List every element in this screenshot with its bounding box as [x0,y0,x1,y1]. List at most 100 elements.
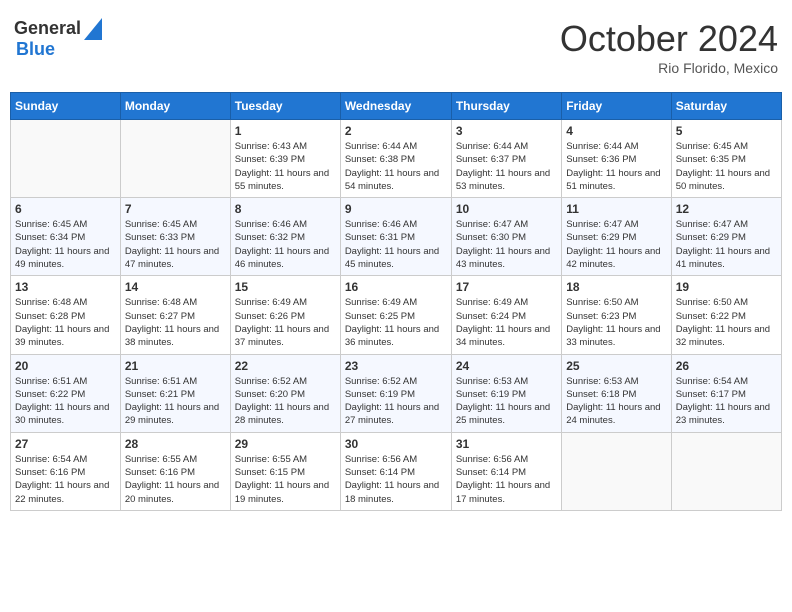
calendar-cell: 14Sunrise: 6:48 AM Sunset: 6:27 PM Dayli… [120,276,230,354]
day-number: 29 [235,437,336,451]
calendar-cell [562,432,671,510]
day-info: Sunrise: 6:51 AM Sunset: 6:21 PM Dayligh… [125,375,226,428]
calendar-cell: 17 Sunrise: 6:49 AM Sunset: 6:24 PM Dayli… [451,276,561,354]
day-info: Sunrise: 6:49 AM Sunset: 6:26 PM Dayligh… [235,296,336,349]
calendar-cell: 1 Sunrise: 6:43 AM Sunset: 6:39 PM Daylig… [230,120,340,198]
calendar-cell [120,120,230,198]
day-info: Sunrise: 6:48 AM Sunset: 6:27 PM Dayligh… [125,296,226,349]
calendar-cell: 23 Sunrise: 6:52 AM Sunset: 6:19 PM Dayli… [340,354,451,432]
day-number: 27 [15,437,116,451]
day-number: 15 [235,280,336,294]
calendar-cell: 31 Sunrise: 6:56 AM Sunset: 6:14 PM Dayli… [451,432,561,510]
day-number: 1 [235,124,336,138]
day-number: 21 [125,359,226,373]
calendar-cell: 29 Sunrise: 6:55 AM Sunset: 6:15 PM Dayli… [230,432,340,510]
day-info: Sunrise: 6:52 AM Sunset: 6:19 PM Dayligh… [345,375,447,428]
day-number: 22 [235,359,336,373]
calendar-cell: 26 Sunrise: 6:54 AM Sunset: 6:17 PM Dayli… [671,354,781,432]
day-info: Sunrise: 6:54 AM Sunset: 6:17 PM Dayligh… [676,375,777,428]
logo-triangle-icon [84,18,102,40]
calendar-cell: 22 Sunrise: 6:52 AM Sunset: 6:20 PM Dayli… [230,354,340,432]
day-number: 28 [125,437,226,451]
calendar-cell: 24 Sunrise: 6:53 AM Sunset: 6:19 PM Dayli… [451,354,561,432]
day-info: Sunrise: 6:45 AM Sunset: 6:34 PM Dayligh… [15,218,116,271]
calendar-week-row: 20 Sunrise: 6:51 AM Sunset: 6:22 PM Dayli… [11,354,782,432]
calendar-cell: 15 Sunrise: 6:49 AM Sunset: 6:26 PM Dayli… [230,276,340,354]
calendar-week-row: 6 Sunrise: 6:45 AM Sunset: 6:34 PM Daylig… [11,198,782,276]
day-number: 3 [456,124,557,138]
calendar-cell: 19 Sunrise: 6:50 AM Sunset: 6:22 PM Dayli… [671,276,781,354]
day-info: Sunrise: 6:44 AM Sunset: 6:38 PM Dayligh… [345,140,447,193]
day-number: 11 [566,202,666,216]
day-info: Sunrise: 6:48 AM Sunset: 6:28 PM Dayligh… [15,296,116,349]
day-info: Sunrise: 6:45 AM Sunset: 6:33 PM Dayligh… [125,218,226,271]
day-info: Sunrise: 6:47 AM Sunset: 6:29 PM Dayligh… [566,218,666,271]
logo-blue: Blue [16,40,102,60]
calendar-cell: 7 Sunrise: 6:45 AM Sunset: 6:33 PM Daylig… [120,198,230,276]
day-number: 30 [345,437,447,451]
day-number: 7 [125,202,226,216]
weekday-header: Sunday [11,93,121,120]
day-info: Sunrise: 6:53 AM Sunset: 6:19 PM Dayligh… [456,375,557,428]
weekday-header-row: SundayMondayTuesdayWednesdayThursdayFrid… [11,93,782,120]
day-info: Sunrise: 6:56 AM Sunset: 6:14 PM Dayligh… [345,453,447,506]
weekday-header: Wednesday [340,93,451,120]
day-number: 18 [566,280,666,294]
day-info: Sunrise: 6:47 AM Sunset: 6:30 PM Dayligh… [456,218,557,271]
day-number: 24 [456,359,557,373]
day-number: 17 [456,280,557,294]
day-number: 25 [566,359,666,373]
day-info: Sunrise: 6:45 AM Sunset: 6:35 PM Dayligh… [676,140,777,193]
calendar-cell: 18Sunrise: 6:50 AM Sunset: 6:23 PM Dayli… [562,276,671,354]
day-number: 2 [345,124,447,138]
day-info: Sunrise: 6:49 AM Sunset: 6:24 PM Dayligh… [456,296,557,349]
calendar-cell [671,432,781,510]
weekday-header: Monday [120,93,230,120]
calendar-cell: 5 Sunrise: 6:45 AM Sunset: 6:35 PM Daylig… [671,120,781,198]
day-info: Sunrise: 6:49 AM Sunset: 6:25 PM Dayligh… [345,296,447,349]
day-number: 5 [676,124,777,138]
day-info: Sunrise: 6:50 AM Sunset: 6:22 PM Dayligh… [676,296,777,349]
day-number: 4 [566,124,666,138]
page-header: General Blue October 2024 Rio Florido, M… [10,10,782,84]
day-number: 23 [345,359,447,373]
day-number: 26 [676,359,777,373]
calendar-cell: 2 Sunrise: 6:44 AM Sunset: 6:38 PM Daylig… [340,120,451,198]
day-info: Sunrise: 6:46 AM Sunset: 6:31 PM Dayligh… [345,218,447,271]
day-info: Sunrise: 6:51 AM Sunset: 6:22 PM Dayligh… [15,375,116,428]
calendar-cell: 9Sunrise: 6:46 AM Sunset: 6:31 PM Daylig… [340,198,451,276]
logo: General Blue [14,18,102,60]
day-info: Sunrise: 6:54 AM Sunset: 6:16 PM Dayligh… [15,453,116,506]
weekday-header: Tuesday [230,93,340,120]
calendar-cell: 11 Sunrise: 6:47 AM Sunset: 6:29 PM Dayli… [562,198,671,276]
calendar-cell: 21 Sunrise: 6:51 AM Sunset: 6:21 PM Dayli… [120,354,230,432]
calendar-cell: 25Sunrise: 6:53 AM Sunset: 6:18 PM Dayli… [562,354,671,432]
calendar-week-row: 27 Sunrise: 6:54 AM Sunset: 6:16 PM Dayli… [11,432,782,510]
weekday-header: Thursday [451,93,561,120]
day-number: 20 [15,359,116,373]
day-number: 12 [676,202,777,216]
day-number: 10 [456,202,557,216]
day-number: 6 [15,202,116,216]
month-title: October 2024 [560,18,778,60]
day-info: Sunrise: 6:55 AM Sunset: 6:15 PM Dayligh… [235,453,336,506]
day-info: Sunrise: 6:43 AM Sunset: 6:39 PM Dayligh… [235,140,336,193]
calendar-cell: 4 Sunrise: 6:44 AM Sunset: 6:36 PM Daylig… [562,120,671,198]
day-info: Sunrise: 6:56 AM Sunset: 6:14 PM Dayligh… [456,453,557,506]
day-number: 8 [235,202,336,216]
calendar-week-row: 1 Sunrise: 6:43 AM Sunset: 6:39 PM Daylig… [11,120,782,198]
day-number: 19 [676,280,777,294]
calendar-week-row: 13Sunrise: 6:48 AM Sunset: 6:28 PM Dayli… [11,276,782,354]
calendar-cell [11,120,121,198]
calendar-cell: 10 Sunrise: 6:47 AM Sunset: 6:30 PM Dayli… [451,198,561,276]
day-info: Sunrise: 6:52 AM Sunset: 6:20 PM Dayligh… [235,375,336,428]
calendar-cell: 12Sunrise: 6:47 AM Sunset: 6:29 PM Dayli… [671,198,781,276]
day-info: Sunrise: 6:44 AM Sunset: 6:37 PM Dayligh… [456,140,557,193]
calendar-cell: 8Sunrise: 6:46 AM Sunset: 6:32 PM Daylig… [230,198,340,276]
calendar-cell: 20 Sunrise: 6:51 AM Sunset: 6:22 PM Dayli… [11,354,121,432]
calendar-cell: 6 Sunrise: 6:45 AM Sunset: 6:34 PM Daylig… [11,198,121,276]
weekday-header: Friday [562,93,671,120]
calendar-cell: 28Sunrise: 6:55 AM Sunset: 6:16 PM Dayli… [120,432,230,510]
day-info: Sunrise: 6:44 AM Sunset: 6:36 PM Dayligh… [566,140,666,193]
day-number: 31 [456,437,557,451]
